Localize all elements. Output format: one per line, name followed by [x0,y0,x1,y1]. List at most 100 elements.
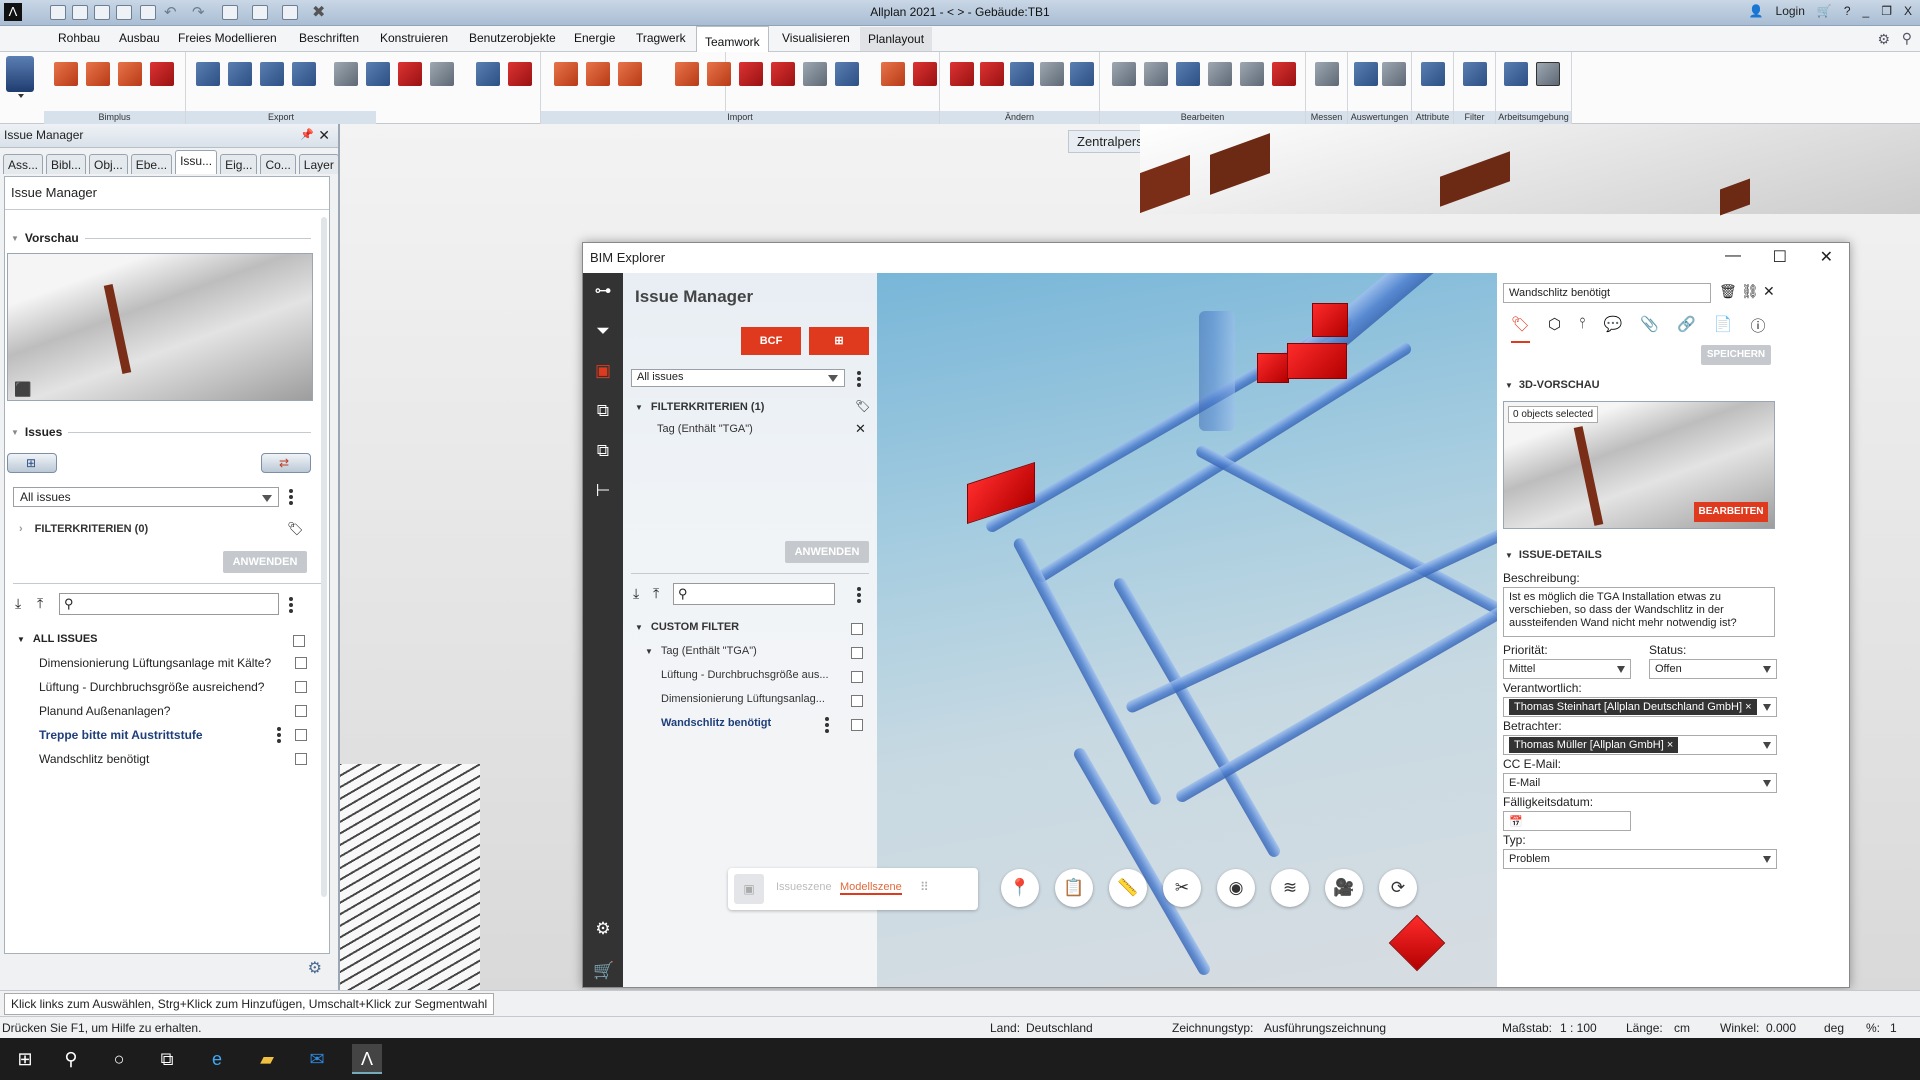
report-icon[interactable] [1382,62,1406,86]
tab-benutzerobjekte[interactable]: Benutzerobjekte [463,31,562,45]
tab-teamwork[interactable]: Teamwork [696,26,769,53]
import-box-icon[interactable] [913,62,937,86]
issue-list-item[interactable]: Lüftung - Durchbruchsgröße aus... [661,669,829,681]
object-tab-icon[interactable]: ⬡ [1548,315,1561,343]
bimplus-view-icon[interactable] [118,62,142,86]
export-3d-pdf-icon[interactable] [260,62,284,86]
modify-connect-icon[interactable] [1070,62,1094,86]
search-icon[interactable]: ⚲ [56,1044,86,1074]
measure-ruler-button[interactable]: 📏 [1109,869,1147,907]
expand-all-icon[interactable]: ⤓ [633,585,639,602]
collapse-all-icon[interactable]: ⤒ [653,585,659,602]
preview-image[interactable]: ⬛ [7,253,313,401]
tab-freies-modellieren[interactable]: Freies Modellieren [172,31,283,45]
issue-scene-icon[interactable]: ▣ [734,874,764,904]
remove-chip-icon[interactable]: × [1745,701,1751,713]
cc-email-select[interactable]: E-Mail [1503,773,1777,793]
pin-icon[interactable]: 📌 [300,128,314,141]
delete-icon[interactable] [1272,62,1296,86]
issue-more-icon[interactable] [277,725,281,748]
search-icon[interactable]: ⚲ [1902,30,1912,47]
hide-eye-button[interactable]: ◉ [1217,869,1255,907]
all-issues-checkbox[interactable] [293,635,305,647]
tab-energie[interactable]: Energie [568,31,621,45]
panel-close-icon[interactable]: ✕ [318,127,330,144]
close-details-icon[interactable]: ✕ [1763,283,1775,300]
hierarchy-icon[interactable]: ⊢ [593,481,613,501]
tab-ausbau[interactable]: Ausbau [113,31,166,45]
issue-search-input[interactable]: ⚲ [673,583,835,605]
settings-icon[interactable]: ⚙ [1877,31,1890,48]
cart-icon[interactable]: 🛒 [1817,4,1832,18]
issue-filter-select[interactable]: All issues [631,369,845,387]
tab-properties[interactable]: Eig... [220,154,258,174]
modify-pencil-icon[interactable] [950,62,974,86]
export-box-icon[interactable] [508,62,532,86]
issue-clipboard-button[interactable]: 📋 [1055,869,1093,907]
collapse-all-icon[interactable]: ⤒ [37,595,43,612]
text-abc-icon[interactable] [1354,62,1378,86]
issues-section[interactable]: ▼ Issues [11,425,311,439]
calendar-icon[interactable]: 📅 [1509,816,1523,828]
issue-checkbox[interactable] [851,671,863,683]
highlighted-element[interactable] [1388,914,1446,972]
export-ifc-icon[interactable] [196,62,220,86]
maximize-button[interactable]: ☐ [1773,247,1787,267]
issue-filter-select[interactable]: All issues [13,487,279,507]
view-cube-icon[interactable]: ⬛ [14,381,31,398]
issue-checkbox[interactable] [851,695,863,707]
issue-details-toggle[interactable]: ▼ ISSUE-DETAILS [1505,549,1602,561]
model-scene-tab[interactable]: Modellszene [840,881,902,895]
file-explorer-icon[interactable]: ▰ [252,1044,282,1074]
issue-checkbox[interactable] [295,705,307,717]
modify-surface-icon[interactable] [1010,62,1034,86]
apply-filter-button[interactable]: ANWENDEN [785,541,869,563]
3d-preview-image[interactable]: 0 objects selected BEARBEITEN [1503,401,1775,529]
export-cinema-icon[interactable] [398,62,422,86]
restore-button[interactable]: ❐ [1881,4,1892,18]
tab-connect[interactable]: Co... [260,154,296,174]
allplan-taskbar-icon[interactable]: Λ [352,1044,382,1074]
tag-group-checkbox[interactable] [851,647,863,659]
filter-icon[interactable]: ⏷ [593,321,613,341]
structure-tree-icon[interactable]: ⊶ [593,281,613,301]
length-unit[interactable]: cm [1674,1021,1690,1035]
import-4d-icon[interactable] [675,62,699,86]
tab-layers[interactable]: Ebe... [130,154,173,174]
expand-all-icon[interactable]: ⤓ [15,595,21,612]
tab-beschriften[interactable]: Beschriften [293,31,365,45]
due-date-input[interactable]: 📅 [1503,811,1631,831]
tab-assistants[interactable]: Ass... [3,154,44,174]
tab-tragwerk[interactable]: Tragwerk [630,31,692,45]
workspace-view-icon[interactable] [1536,62,1560,86]
edit-preview-button[interactable]: BEARBEITEN [1694,502,1768,522]
tab-library[interactable]: Bibl... [46,154,87,174]
bimplus-sync-button[interactable]: ⇄ [261,453,311,473]
new-issue-button[interactable]: ⊞ [809,327,869,355]
link-objects-icon[interactable]: ⧉ [593,401,613,421]
export-dwg-icon[interactable] [228,62,252,86]
angle-value[interactable]: 0.000 [1766,1021,1796,1035]
tab-konstruieren[interactable]: Konstruieren [374,31,454,45]
more-options-icon[interactable] [857,585,861,608]
import-terrain-icon[interactable] [771,62,795,86]
comments-tab-icon[interactable]: 💬 [1604,315,1623,343]
remove-criterion-icon[interactable]: ✕ [855,421,866,437]
task-view-icon[interactable]: ⧉ [152,1044,182,1074]
issue-list-item[interactable]: Planund Außenanlagen? [39,701,319,721]
filter-criteria-toggle[interactable]: ▼ FILTERKRITERIEN (1) [635,401,764,413]
issue-checkbox[interactable] [295,753,307,765]
workspace-switch-icon[interactable] [1504,62,1528,86]
minimize-button[interactable]: — [1725,247,1741,265]
tab-rohbau[interactable]: Rohbau [52,31,106,45]
export-4d-icon[interactable] [334,62,358,86]
export-tag-icon[interactable] [476,62,500,86]
highlighted-element[interactable] [1257,353,1289,383]
edge-browser-icon[interactable]: e [202,1044,232,1074]
custom-filter-group[interactable]: ▼ CUSTOM FILTER [635,621,739,633]
export-stl-icon[interactable] [430,62,454,86]
highlighted-element[interactable] [1287,343,1347,379]
tab-layer[interactable]: Layer [298,154,339,174]
import-landxml-icon[interactable] [803,62,827,86]
layers-button[interactable]: ≋ [1271,869,1309,907]
